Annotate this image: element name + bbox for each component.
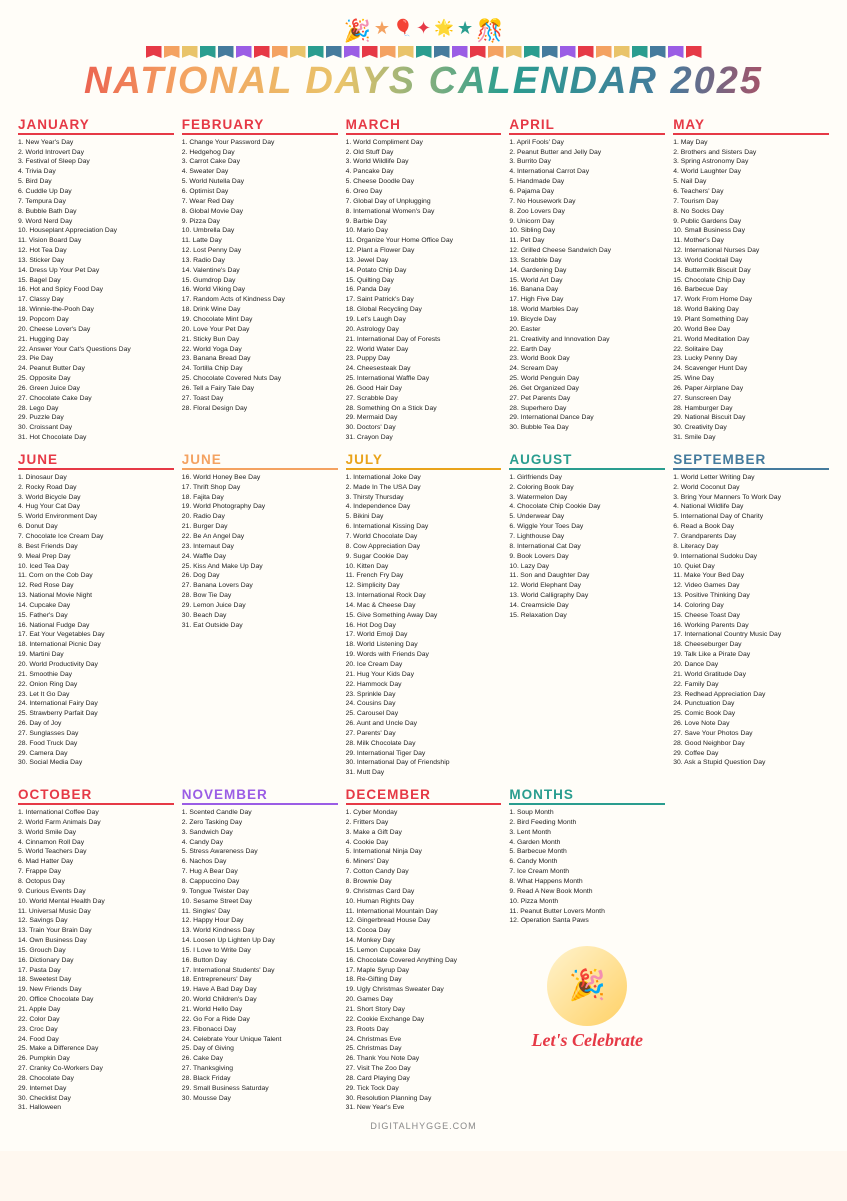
month-title-august: AUGUST [509,452,665,470]
may-days: 1. May Day2. Brothers and Sisters Day3. … [673,138,829,443]
month-title-may: MAY [673,117,829,135]
month-june-extra: JUNE 16. World Honey Bee Day17. Thrift S… [182,450,338,780]
month-january: JANUARY 1. New Year's Day2. World Introv… [18,115,174,445]
month-title-february: FEBRUARY [182,117,338,135]
footer-url: DIGITALHYGGE.COM [370,1121,476,1131]
month-march: MARCH 1. World Compliment Day2. Old Stuf… [346,115,502,445]
month-title-october: OCTOBER [18,787,174,805]
month-title-june-extra: JUNE [182,452,338,470]
page-wrapper: { "title": "NATIONAL DAYS CALENDAR 2025"… [0,0,847,1151]
page-header: 🎉 ★ 🎈 ✦ 🌟 ★ 🎊 [18,10,829,109]
june-days: 1. Dinosaur Day2. Rocky Road Day3. World… [18,473,174,768]
month-april: APRIL 1. April Fools' Day2. Peanut Butte… [509,115,665,445]
month-august: AUGUST 1. Girlfriends Day2. Coloring Boo… [509,450,665,780]
month-october: OCTOBER 1. International Coffee Day2. Wo… [18,785,174,1115]
month-november: NOVEMBER 1. Scented Candle Day2. Zero Ta… [182,785,338,1115]
page-title: NATIONAL DAYS CALENDAR 2025 [18,61,829,103]
month-title-july: JULY [346,452,502,470]
january-days: 1. New Year's Day2. World Introvert Day3… [18,138,174,443]
february-days: 1. Change Your Password Day2. Hedgehog D… [182,138,338,414]
footer: DIGITALHYGGE.COM [18,1121,829,1131]
month-title-months: MONTHS [509,787,665,805]
june-extra-days: 16. World Honey Bee Day17. Thrift Shop D… [182,473,338,631]
month-title-september: SEPTEMBER [673,452,829,470]
month-title-january: JANUARY [18,117,174,135]
month-months: MONTHS 1. Soup Month2. Bird Feeding Mont… [509,785,665,1115]
months-list: 1. Soup Month2. Bird Feeding Month3. Len… [509,808,665,926]
month-may: MAY 1. May Day2. Brothers and Sisters Da… [673,115,829,445]
august-days: 1. Girlfriends Day2. Coloring Book Day3.… [509,473,665,621]
month-title-december: DECEMBER [346,787,502,805]
celebrate-text: Let's Celebrate [509,1030,665,1051]
month-september: SEPTEMBER 1. World Letter Writing Day2. … [673,450,829,780]
october-days: 1. International Coffee Day2. World Farm… [18,808,174,1113]
month-june: JUNE 1. Dinosaur Day2. Rocky Road Day3. … [18,450,174,780]
month-title-march: MARCH [346,117,502,135]
calendar-grid: JANUARY 1. New Year's Day2. World Introv… [18,115,829,1115]
celebrate-decoration: 🎉 Let's Celebrate [509,946,665,1051]
month-december: DECEMBER 1. Cyber Monday2. Fritters Day3… [346,785,502,1115]
month-title-november: NOVEMBER [182,787,338,805]
march-days: 1. World Compliment Day2. Old Stuff Day3… [346,138,502,443]
november-days: 1. Scented Candle Day2. Zero Tasking Day… [182,808,338,1103]
july-days: 1. International Joke Day2. Made In The … [346,473,502,778]
april-days: 1. April Fools' Day2. Peanut Butter and … [509,138,665,433]
month-february: FEBRUARY 1. Change Your Password Day2. H… [182,115,338,445]
december-days: 1. Cyber Monday2. Fritters Day3. Make a … [346,808,502,1113]
month-july: JULY 1. International Joke Day2. Made In… [346,450,502,780]
month-title-april: APRIL [509,117,665,135]
month-title-june: JUNE [18,452,174,470]
september-days: 1. World Letter Writing Day2. World Coco… [673,473,829,768]
